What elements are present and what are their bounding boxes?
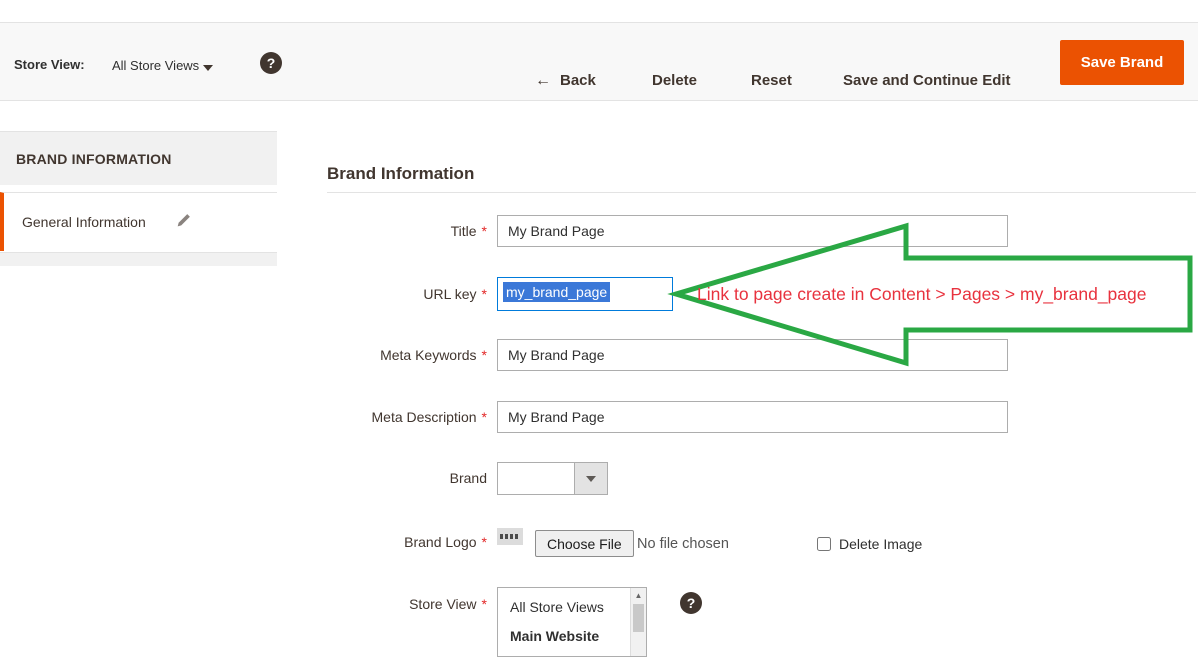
- store-view-field-label: Store View*: [327, 596, 487, 612]
- brand-logo-field-label: Brand Logo*: [327, 534, 487, 550]
- sidebar-divider-strip: [0, 252, 277, 266]
- required-asterisk: *: [482, 223, 487, 239]
- meta-description-field-label: Meta Description*: [327, 409, 487, 425]
- required-asterisk: *: [482, 596, 487, 612]
- chevron-down-icon[interactable]: [203, 65, 213, 71]
- scroll-up-icon[interactable]: ▲: [631, 588, 646, 603]
- meta-keywords-input[interactable]: [497, 339, 1008, 371]
- title-field-label: Title*: [327, 223, 487, 239]
- url-key-selected-text: my_brand_page: [503, 282, 610, 302]
- store-view-switcher-label: Store View:: [14, 57, 85, 72]
- store-view-option-all[interactable]: All Store Views: [498, 599, 646, 615]
- meta-keywords-field-label: Meta Keywords*: [327, 347, 487, 363]
- back-button[interactable]: ← Back: [535, 72, 596, 90]
- brand-field-label: Brand: [327, 470, 487, 486]
- sidebar-item-general-information[interactable]: General Information: [0, 192, 277, 251]
- edit-pencil-icon: [176, 213, 191, 233]
- back-button-label: Back: [560, 72, 596, 89]
- page-title: Brand Information: [327, 164, 474, 184]
- scrollbar-thumb[interactable]: [633, 604, 644, 632]
- delete-image-checkbox[interactable]: [817, 537, 831, 551]
- back-arrow-icon: ←: [535, 72, 551, 89]
- sidebar-section-title: BRAND INFORMATION: [0, 131, 277, 185]
- annotation-text: Link to page create in Content > Pages >…: [697, 284, 1146, 305]
- delete-image-label: Delete Image: [839, 536, 922, 552]
- header-action-bar: Store View: All Store Views ? ← Back Dele…: [0, 22, 1198, 101]
- sidebar-item-label: General Information: [22, 214, 146, 230]
- save-brand-button[interactable]: Save Brand: [1060, 40, 1184, 85]
- section-divider: [327, 192, 1196, 193]
- required-asterisk: *: [482, 347, 487, 363]
- store-view-switcher-value[interactable]: All Store Views: [112, 58, 199, 73]
- required-asterisk: *: [482, 286, 487, 302]
- brand-select-button[interactable]: [574, 463, 607, 494]
- url-key-field-label: URL key*: [327, 286, 487, 302]
- store-view-help-icon[interactable]: ?: [680, 592, 702, 614]
- brand-select[interactable]: [497, 462, 608, 495]
- multiselect-scrollbar[interactable]: ▲: [630, 588, 646, 656]
- choose-file-button[interactable]: Choose File: [535, 530, 634, 557]
- brand-logo-thumbnail: [497, 528, 523, 545]
- meta-description-input[interactable]: [497, 401, 1008, 433]
- save-and-continue-button[interactable]: Save and Continue Edit: [843, 72, 1011, 89]
- file-status-text: No file chosen: [637, 536, 729, 552]
- reset-button[interactable]: Reset: [751, 72, 792, 89]
- required-asterisk: *: [482, 534, 487, 550]
- url-key-input[interactable]: my_brand_page: [497, 277, 673, 311]
- store-view-multiselect[interactable]: All Store Views Main Website ▲: [497, 587, 647, 657]
- required-asterisk: *: [482, 409, 487, 425]
- chevron-down-icon: [586, 476, 596, 482]
- title-input[interactable]: [497, 215, 1008, 247]
- help-icon[interactable]: ?: [260, 52, 282, 74]
- delete-button[interactable]: Delete: [652, 72, 697, 89]
